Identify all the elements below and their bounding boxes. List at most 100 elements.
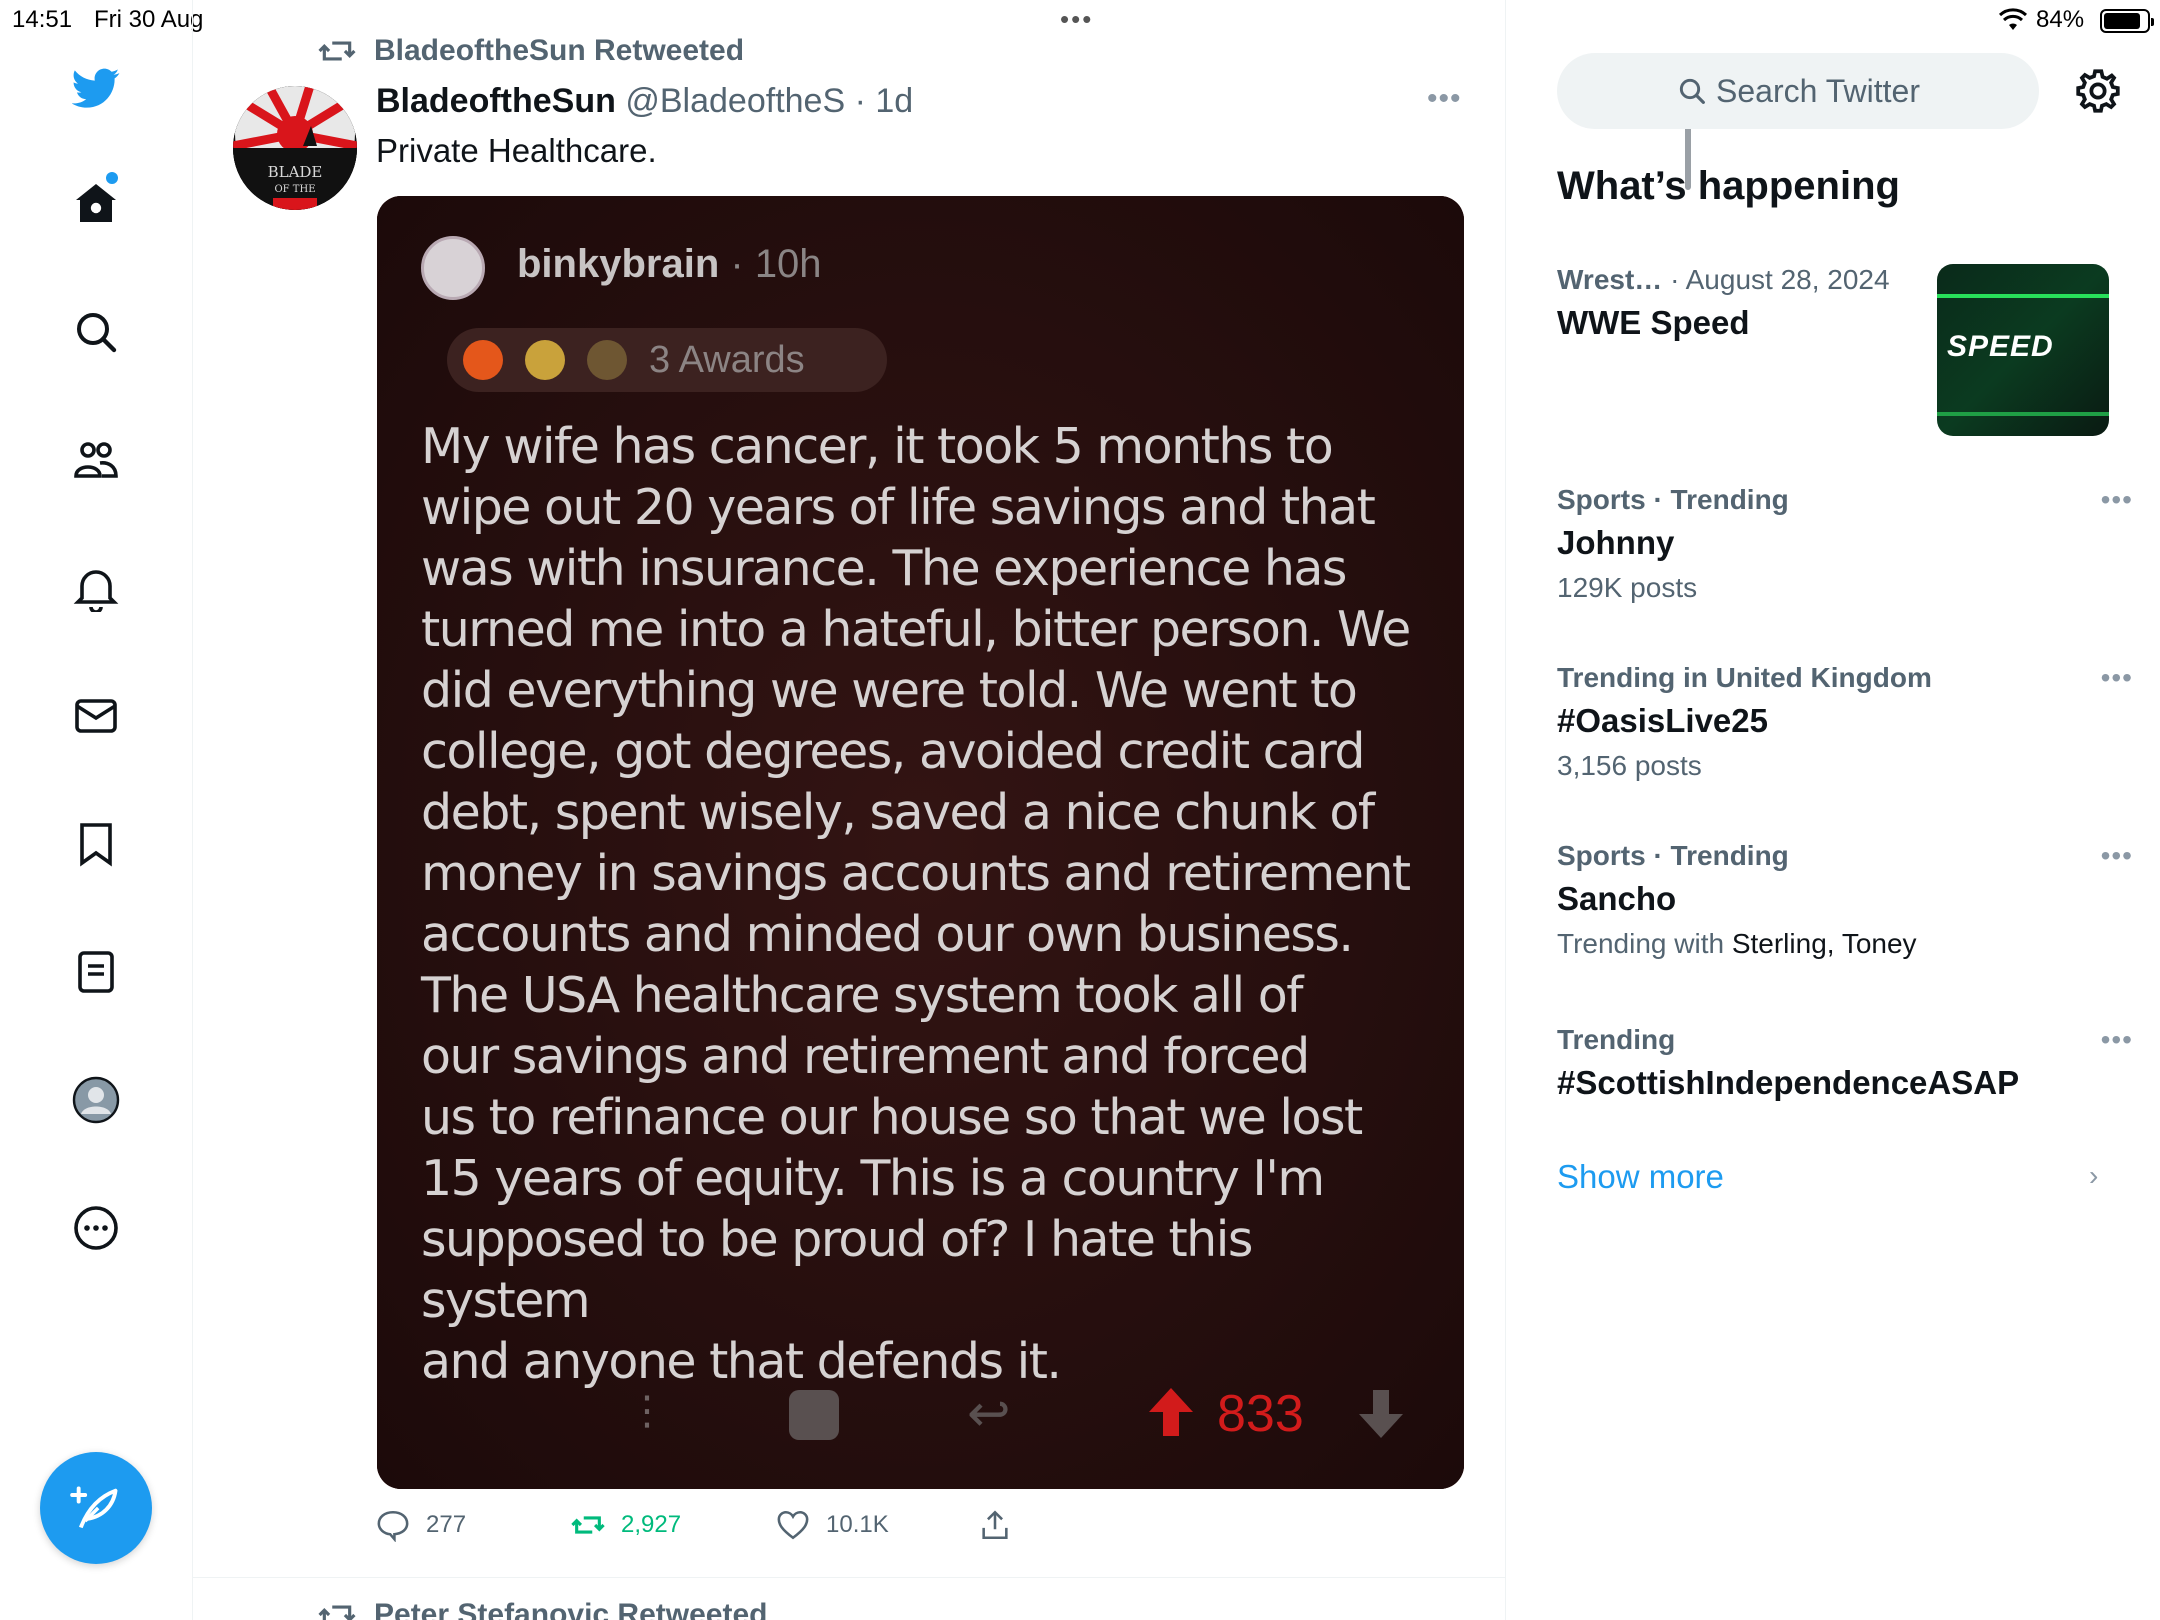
trend-topic: Johnny — [1557, 524, 1675, 561]
trend-item[interactable]: Trending in United Kingdom #OasisLive25 … — [1557, 662, 2132, 782]
trend-count-prefix: Trending with — [1557, 928, 1732, 959]
media-post-body: My wife has cancer, it took 5 months to … — [421, 416, 1431, 1392]
share-icon — [982, 1510, 1008, 1540]
tweet-media-image[interactable]: binkybrain · 10h 3 Awards My wife has ca… — [377, 196, 1464, 1489]
retweet-button[interactable]: 2,927 — [571, 1508, 681, 1542]
media-awards: 3 Awards — [447, 328, 887, 392]
nav-more-icon[interactable] — [66, 1198, 126, 1258]
media-body-line: was with insurance. The experience has — [421, 540, 1347, 597]
retweeted-by-line: BladeoftheSun Retweeted — [318, 32, 744, 70]
media-body-line: The USA healthcare system took all of — [421, 967, 1303, 1024]
avatar-text-line2: OF THE — [274, 184, 315, 195]
search-placeholder: Search Twitter — [1716, 72, 1920, 109]
tweet-header: BladeoftheSun @BladeoftheS · 1d — [376, 82, 913, 121]
trend-thumbnail-text: SPEED — [1947, 330, 2054, 363]
next-retweeted-by-line: Peter Stefanovic Retweeted — [318, 1596, 767, 1620]
chevron-right-icon[interactable]: › — [2089, 1160, 2098, 1192]
trend-category: Wrest… — [1557, 264, 1663, 295]
trend-topic: WWE Speed — [1557, 304, 1750, 341]
trend-topic: Sancho — [1557, 880, 1677, 917]
whats-happening-title: What’s happening — [1557, 164, 1900, 208]
like-count: 10.1K — [826, 1511, 889, 1538]
trend-more-icon[interactable]: ••• — [2101, 1024, 2133, 1056]
media-user-avatar — [421, 236, 485, 300]
avatar-text-line1: BLADE — [268, 163, 323, 181]
media-body-line: turned me into a hateful, bitter person.… — [421, 601, 1411, 658]
trend-count: 3,156 posts — [1557, 750, 1702, 781]
author-handle-time: @BladeoftheS · 1d — [625, 82, 914, 120]
media-time: · 10h — [719, 242, 822, 286]
tweet-actions: 277 2,927 10.1K — [376, 1508, 1476, 1554]
compose-feather-icon — [70, 1486, 118, 1529]
like-button[interactable]: 10.1K — [776, 1508, 889, 1542]
show-more-link[interactable]: Show more — [1557, 1158, 1724, 1196]
trend-related-names: Sterling, Toney — [1731, 928, 1917, 959]
trend-more-icon[interactable]: ••• — [2101, 662, 2133, 694]
twitter-logo-icon[interactable] — [66, 58, 126, 118]
nav-home-icon[interactable] — [66, 174, 126, 234]
trend-item[interactable]: Wrest… · August 28, 2024 WWE Speed — [1557, 264, 1927, 342]
trend-item[interactable]: Trending #ScottishIndependenceASAP ••• — [1557, 1024, 2132, 1102]
home-notification-dot — [106, 172, 118, 184]
reply-count: 277 — [426, 1511, 467, 1538]
retweet-count: 2,927 — [621, 1511, 682, 1538]
trend-topic: #ScottishIndependenceASAP — [1557, 1064, 2020, 1101]
media-body-line: debt, spent wisely, saved a nice chunk o… — [421, 784, 1375, 841]
media-body-line: money in savings accounts and retirement — [421, 845, 1411, 902]
tweet-text: Private Healthcare. — [376, 132, 657, 169]
trend-thumbnail[interactable]: SPEED — [1937, 264, 2109, 436]
tweet-more-options-icon[interactable]: ••• — [1427, 82, 1462, 116]
search-input[interactable]: Search Twitter — [1557, 53, 2039, 129]
trend-count: Trending with Sterling, Toney — [1557, 928, 2117, 960]
retweeted-by-text: BladeoftheSun Retweeted — [374, 34, 745, 67]
author-name[interactable]: BladeoftheSun — [376, 82, 616, 120]
trend-item[interactable]: Sports · Trending Johnny 129K posts ••• — [1557, 484, 2132, 604]
heart-icon — [777, 1510, 809, 1540]
trend-category: Trending — [1557, 1024, 1676, 1055]
nav-notifications-bell-icon[interactable] — [66, 558, 126, 618]
retweet-icon — [318, 41, 356, 61]
settings-gear-icon[interactable] — [2073, 66, 2123, 116]
media-award-button-icon — [789, 1390, 839, 1440]
search-icon — [1679, 78, 1705, 104]
fire-award-icon — [463, 340, 503, 380]
compose-tweet-button[interactable] — [40, 1452, 152, 1564]
nav-bookmarks-icon[interactable] — [66, 814, 126, 874]
timeline[interactable]: BladeoftheSun Retweeted BLADE OF THE Bla… — [193, 0, 1691, 1620]
trend-more-icon[interactable]: ••• — [2101, 484, 2133, 516]
reply-button[interactable]: 277 — [376, 1508, 466, 1542]
left-navigation — [0, 0, 193, 1620]
media-more-icon: ⋮ — [627, 1389, 667, 1433]
retweet-icon — [318, 1605, 356, 1620]
share-button[interactable] — [978, 1508, 1028, 1542]
media-username-line: binkybrain · 10h — [517, 242, 822, 287]
retweet-icon — [571, 1516, 605, 1534]
author-avatar[interactable]: BLADE OF THE — [233, 86, 357, 210]
media-body-line: accounts and minded our own business. — [421, 906, 1354, 963]
media-body-line: college, got degrees, avoided credit car… — [421, 723, 1366, 780]
trend-category: Sports · Trending — [1557, 840, 1789, 871]
trend-item[interactable]: Sports · Trending Sancho Trending with S… — [1557, 840, 2132, 960]
gold-award-icon — [525, 340, 565, 380]
nav-messages-envelope-icon[interactable] — [66, 686, 126, 746]
reply-icon — [377, 1510, 409, 1542]
right-sidebar: Search Twitter What’s happening Wrest… ·… — [1507, 0, 2160, 1620]
tweet-divider — [193, 1577, 1506, 1578]
trend-category: Trending in United Kingdom — [1557, 662, 1932, 693]
nav-profile-avatar-icon[interactable] — [66, 1070, 126, 1130]
media-body-line: My wife has cancer, it took 5 months to — [421, 418, 1334, 475]
trophy-award-icon — [587, 340, 627, 380]
media-body-line: our savings and retirement and forced — [421, 1028, 1310, 1085]
upvote-arrow-icon — [1149, 1388, 1193, 1436]
trend-more-icon[interactable]: ••• — [2101, 840, 2133, 872]
trend-count: 129K posts — [1557, 572, 1698, 603]
next-retweeted-by-text: Peter Stefanovic Retweeted — [374, 1598, 768, 1620]
nav-lists-icon[interactable] — [66, 942, 126, 1002]
media-body-line: did everything we were told. We went to — [421, 662, 1358, 719]
media-score: 833 — [1217, 1385, 1304, 1443]
nav-explore-search-icon[interactable] — [66, 302, 126, 362]
media-body-line: 15 years of equity. This is a country I'… — [421, 1150, 1325, 1207]
nav-communities-icon[interactable] — [66, 430, 126, 490]
media-reply-icon: ↩ — [967, 1385, 1011, 1443]
trend-category: Sports · Trending — [1557, 484, 1789, 515]
